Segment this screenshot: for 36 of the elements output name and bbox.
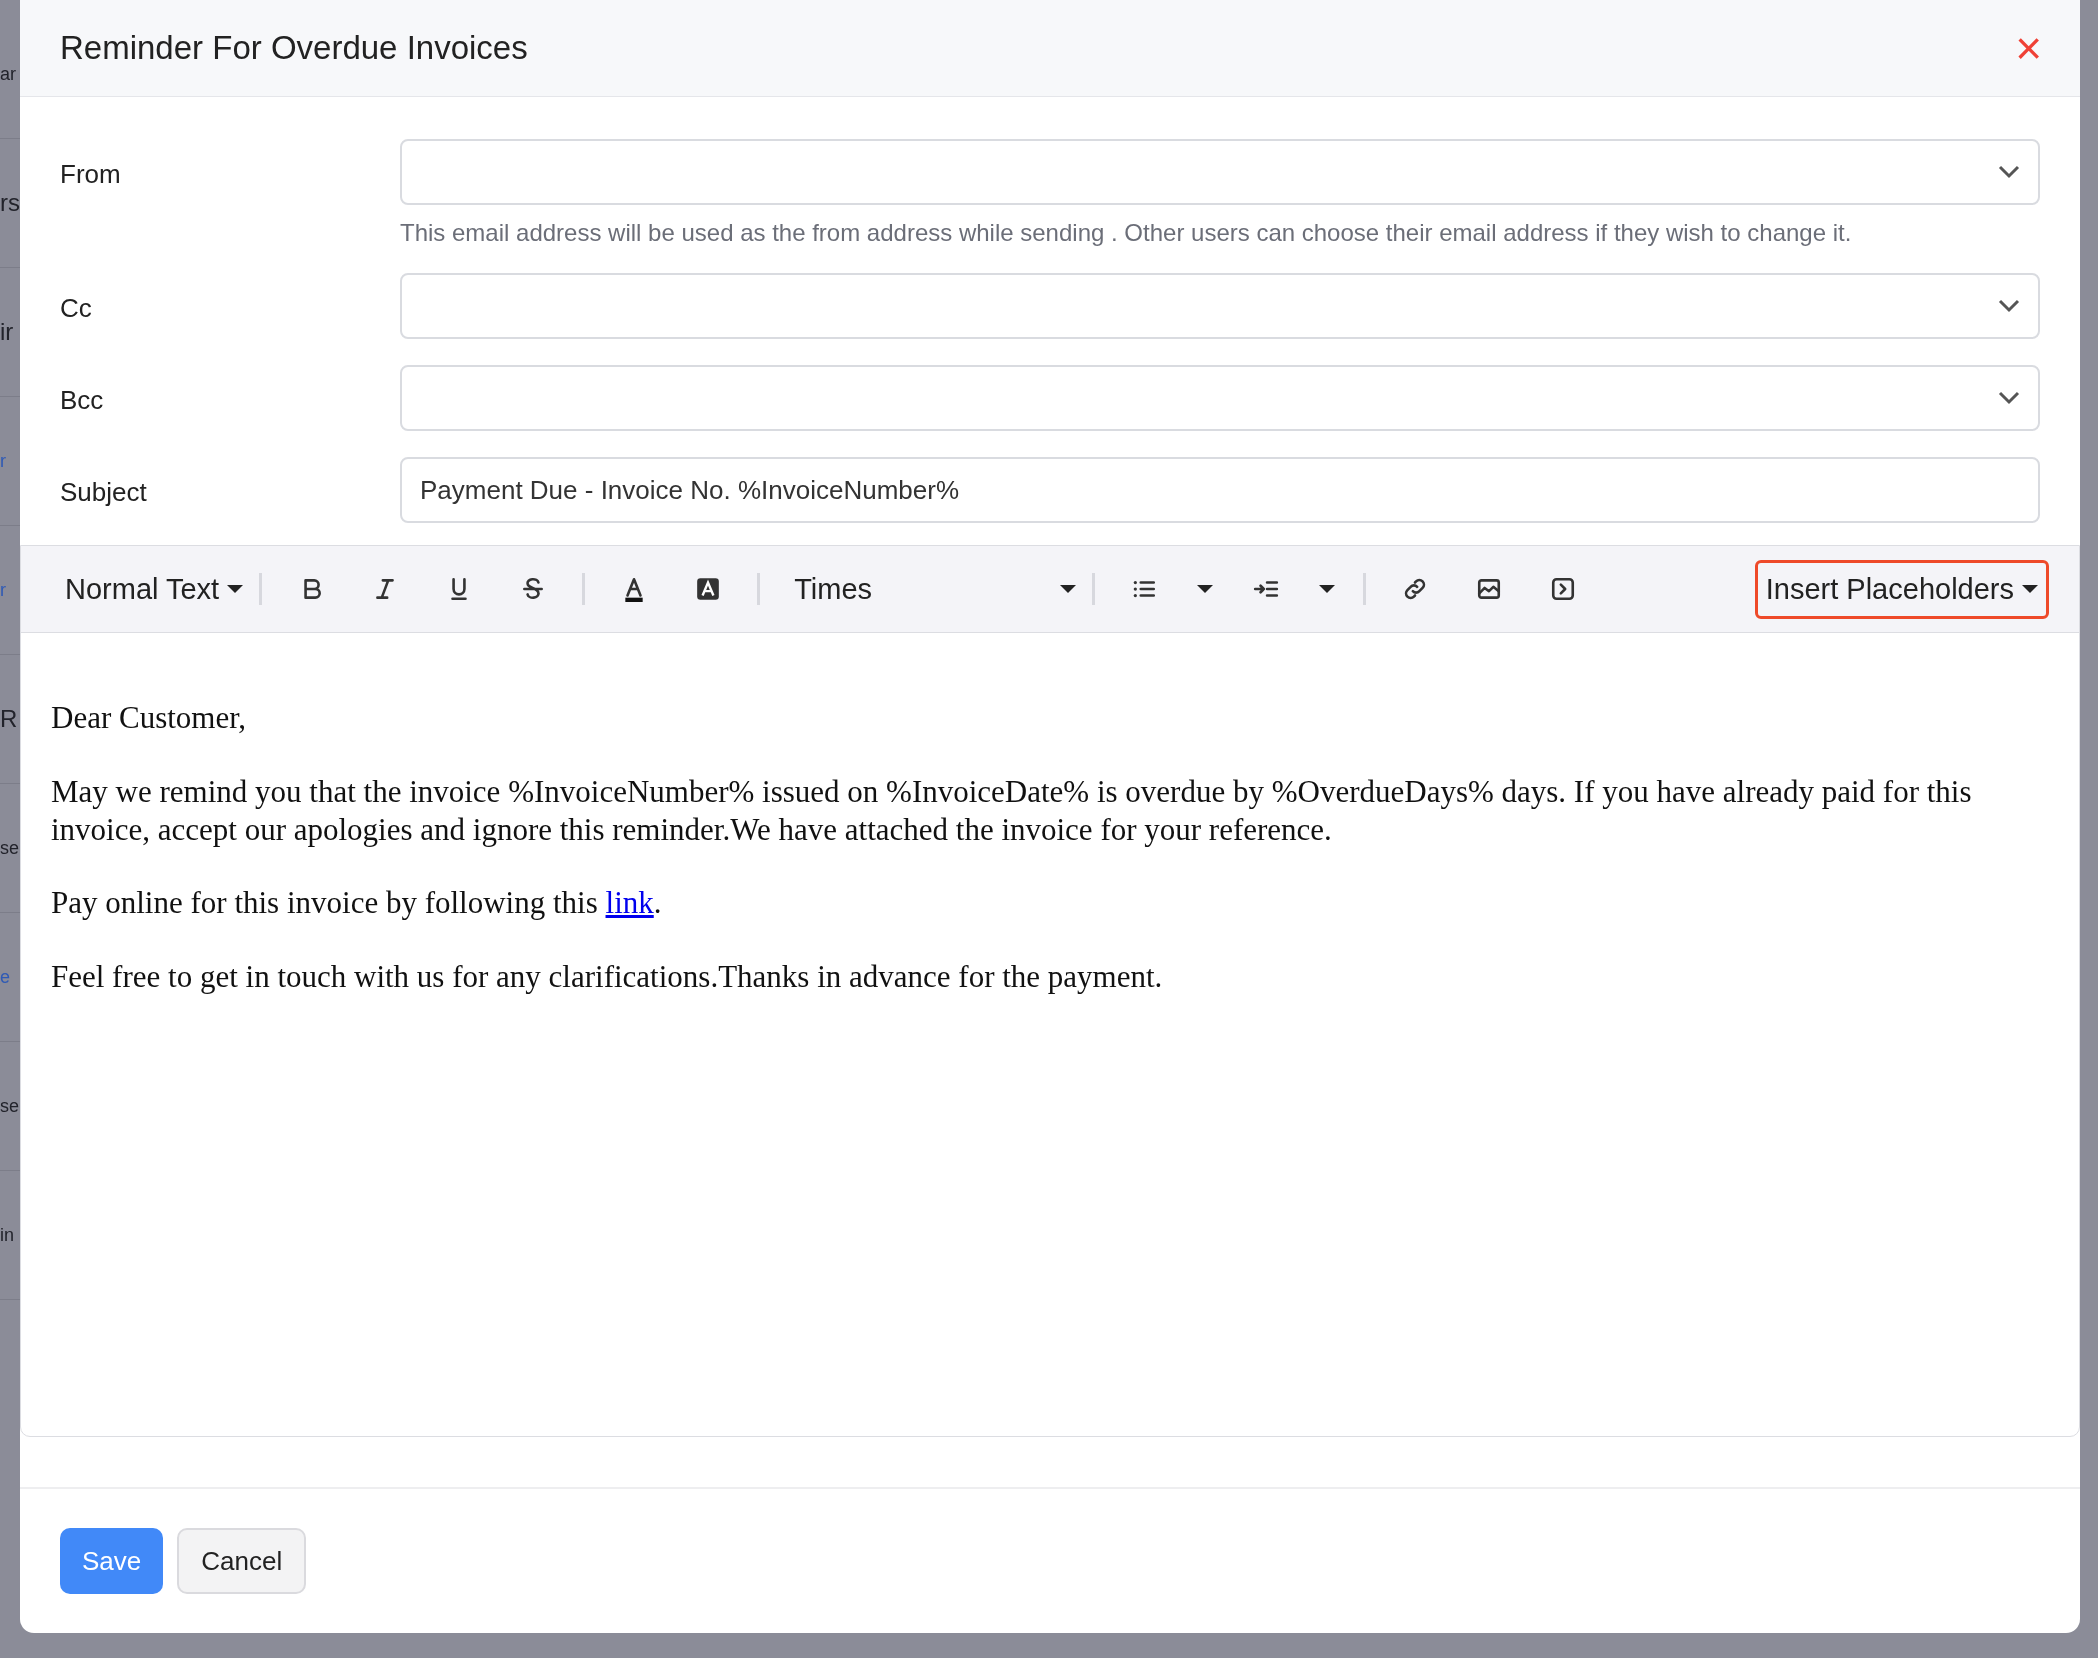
chevron-down-icon xyxy=(1998,299,2020,313)
background-text: se xyxy=(0,1042,20,1171)
caret-icon xyxy=(227,584,244,594)
body-paragraph: Pay online for this invoice by following this link. xyxy=(51,884,663,923)
hint-text: This email address will be used as the from address while sending . Other users can choose their email address if they wish to change it. xyxy=(400,219,1853,247)
body-paragraph: Feel free to get in touch with us for any clarifications.Thanks in advance for the payment. xyxy=(51,958,1164,997)
background-text: e xyxy=(0,913,20,1042)
caret-icon xyxy=(1060,584,1077,594)
caret-icon xyxy=(2022,584,2038,594)
background-text: in xyxy=(0,1171,20,1300)
field-label: Subject xyxy=(60,476,148,509)
chevron-down-icon xyxy=(1998,391,2020,405)
caret-icon xyxy=(1197,584,1214,594)
font-dropdown[interactable]: Times xyxy=(790,566,1081,612)
body-paragraph: May we remind you that the invoice %InvoiceNumber% issued on %InvoiceDate% is overdue by %OverdueDays% days. If you have already paid for this invoice, accept our apologies and ignore this reminder.We have attached the invoice for your reference. xyxy=(51,772,1973,849)
field-label: Cc xyxy=(60,292,93,325)
field-label: From xyxy=(60,158,122,191)
insert-placeholders-dropdown[interactable]: Insert Placeholders xyxy=(1754,559,2049,619)
caret-icon xyxy=(1319,584,1336,594)
body-paragraph: Dear Customer, xyxy=(51,699,248,737)
close-button[interactable]: × xyxy=(2015,25,2042,71)
field-label: Bcc xyxy=(60,384,105,417)
highlight-icon xyxy=(695,576,722,602)
background-text: se xyxy=(0,784,20,913)
embed-icon xyxy=(1550,576,1577,602)
cancel-button[interactable]: Cancel xyxy=(177,1528,307,1594)
chevron-down-icon xyxy=(1998,165,2020,179)
select-field[interactable] xyxy=(400,365,2040,431)
dialog-title: Reminder For Overdue Invoices xyxy=(60,29,528,67)
image-icon xyxy=(1476,576,1503,602)
payment-link[interactable]: link xyxy=(605,885,654,921)
background-text: R xyxy=(0,655,20,784)
select-field[interactable] xyxy=(400,273,2040,339)
input-field[interactable]: Payment Due - Invoice No. %InvoiceNumber% xyxy=(400,457,2040,523)
format-dropdown[interactable]: Normal Text xyxy=(61,566,248,612)
select-field[interactable] xyxy=(400,139,2040,205)
